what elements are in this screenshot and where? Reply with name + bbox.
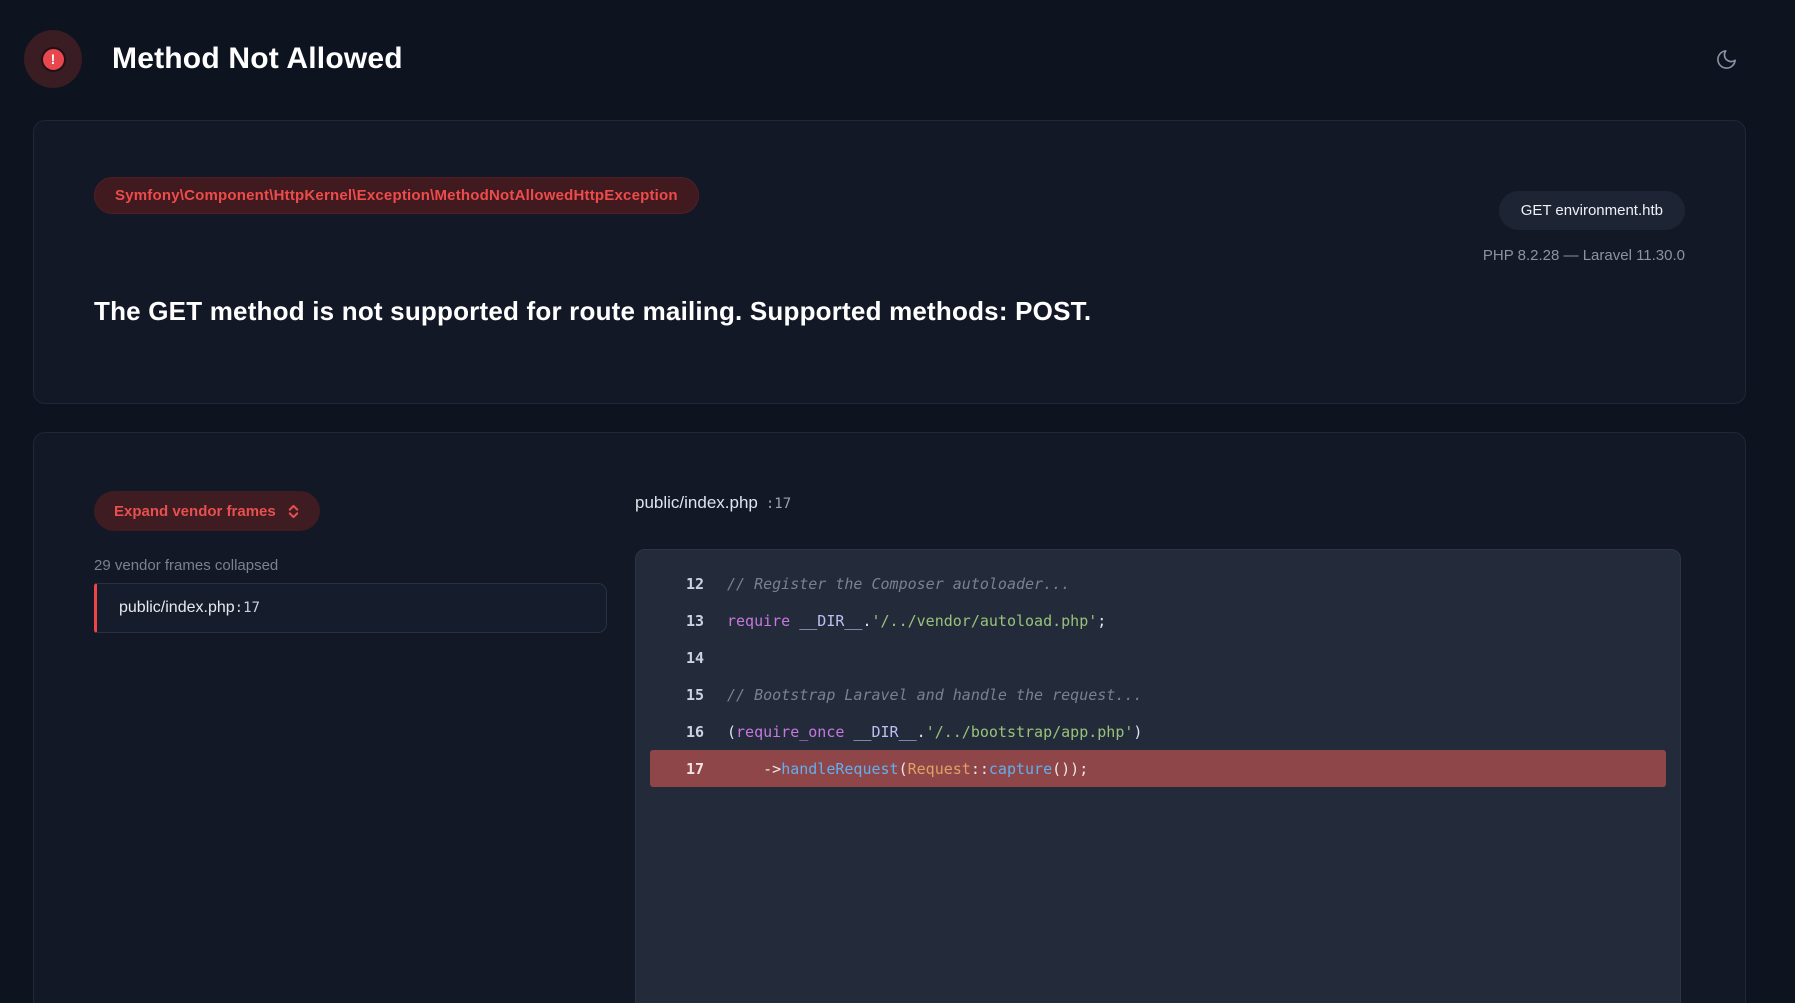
- code-file-line: :17: [766, 496, 791, 512]
- code-token: require: [727, 612, 799, 630]
- code-line: 12 // Register the Composer autoloader...: [650, 565, 1666, 602]
- expand-vendor-frames-button[interactable]: Expand vendor frames: [94, 491, 320, 531]
- environment-version-label: PHP 8.2.28 — Laravel 11.30.0: [1483, 247, 1685, 264]
- stack-frame-item[interactable]: public/index.php:17: [94, 583, 607, 633]
- stack-trace-card: Expand vendor frames 29 vendor frames co…: [33, 432, 1746, 1003]
- code-token: ());: [1052, 760, 1088, 778]
- code-file-name: public/index.php: [635, 493, 758, 513]
- code-token: ): [1133, 723, 1142, 741]
- code-line: 13 require __DIR__.'/../vendor/autoload.p…: [650, 602, 1666, 639]
- line-number: 17: [666, 760, 704, 778]
- code-token: Request: [908, 760, 971, 778]
- code-token: '/../vendor/autoload.php': [872, 612, 1098, 630]
- frames-column: Expand vendor frames 29 vendor frames co…: [94, 491, 607, 1003]
- code-token: (: [727, 723, 736, 741]
- code-file-header: public/index.php :17: [635, 491, 1681, 513]
- code-token: __DIR__: [853, 723, 916, 741]
- code-token: // Bootstrap Laravel and handle the requ…: [727, 686, 1142, 704]
- theme-toggle-button[interactable]: [1713, 46, 1739, 72]
- code-token: handleRequest: [781, 760, 898, 778]
- exception-class-badge: Symfony\Component\HttpKernel\Exception\M…: [94, 177, 699, 214]
- code-token: ::: [971, 760, 989, 778]
- line-number: 15: [666, 686, 704, 704]
- request-method-badge: GET environment.htb: [1499, 191, 1685, 230]
- frame-file-label: public/index.php: [119, 599, 235, 617]
- error-alert-icon: !: [24, 30, 82, 88]
- code-token: ;: [1097, 612, 1106, 630]
- code-token: ->: [727, 760, 781, 778]
- code-line: 15 // Bootstrap Laravel and handle the re…: [650, 676, 1666, 713]
- code-line: 16 (require_once __DIR__.'/../bootstrap/a…: [650, 713, 1666, 750]
- exception-message: The GET method is not supported for rout…: [94, 296, 1685, 327]
- exclamation-icon: !: [41, 47, 66, 72]
- exception-summary-card: Symfony\Component\HttpKernel\Exception\M…: [33, 120, 1746, 404]
- line-number: 12: [666, 575, 704, 593]
- code-token: // Register the Composer autoloader...: [727, 575, 1070, 593]
- moon-icon: [1715, 48, 1738, 71]
- page-title: Method Not Allowed: [112, 42, 403, 76]
- line-number: 16: [666, 723, 704, 741]
- code-line-highlighted: 17 ->handleRequest(Request::capture());: [650, 750, 1666, 787]
- code-token: .: [862, 612, 871, 630]
- code-snippet-panel: 12 // Register the Composer autoloader...…: [635, 549, 1681, 1003]
- vendor-frames-collapsed-note: 29 vendor frames collapsed: [94, 557, 607, 574]
- code-token: __DIR__: [799, 612, 862, 630]
- code-line: 14: [650, 639, 1666, 676]
- code-token: require_once: [736, 723, 853, 741]
- expand-button-label: Expand vendor frames: [114, 503, 276, 520]
- line-number: 13: [666, 612, 704, 630]
- page-header: ! Method Not Allowed: [0, 0, 1795, 120]
- code-token: capture: [989, 760, 1052, 778]
- code-token: '/../bootstrap/app.php': [926, 723, 1134, 741]
- code-column: public/index.php :17 12 // Register the C…: [635, 491, 1681, 1003]
- chevrons-up-down-icon: [287, 503, 300, 520]
- code-token: (: [899, 760, 908, 778]
- frame-list: public/index.php:17: [94, 583, 607, 633]
- code-token: .: [917, 723, 926, 741]
- line-number: 14: [666, 649, 704, 667]
- frame-line-number: :17: [235, 600, 260, 616]
